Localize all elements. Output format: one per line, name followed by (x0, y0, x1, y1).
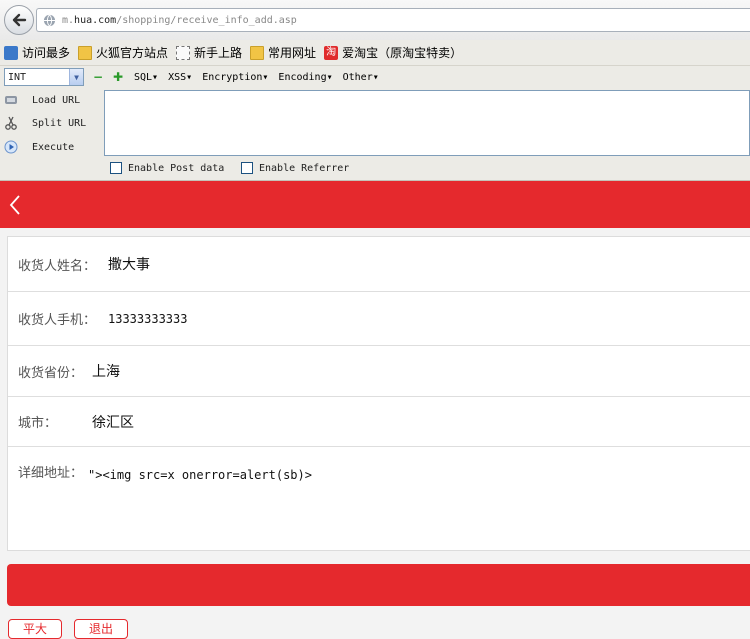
button-label: Load URL (32, 94, 81, 106)
bookmarks-toolbar: 访问最多 火狐官方站点 新手上路 常用网址 淘 爱淘宝（原淘宝特卖） (0, 40, 750, 66)
bottom-button-left[interactable]: 平大 (8, 619, 63, 639)
button-label: Execute (32, 141, 75, 153)
split-url-button[interactable]: Split URL (4, 114, 86, 132)
name-field[interactable]: 撒大事 (108, 254, 150, 274)
bookmark-aitaobao[interactable]: 淘 爱淘宝（原淘宝特卖） (324, 44, 462, 61)
play-icon (4, 140, 18, 154)
name-label: 收货人姓名： (18, 258, 97, 274)
url-input[interactable]: m.hua.com/shopping/receive_info_add.asp (36, 8, 750, 32)
city-label: 城市： (18, 416, 58, 431)
hackbar-toolbar: INT ▼ − ✚ SQL▾ XSS▾ Encryption▾ Encoding… (0, 66, 750, 88)
button-label: Split URL (32, 117, 87, 129)
checkbox-label: Enable Post data (128, 162, 225, 174)
address-field[interactable]: "><img src=x onerror=alert(sb)> (88, 468, 312, 482)
bookmark-most-visited[interactable]: 访问最多 (4, 44, 70, 61)
enable-post-data-checkbox[interactable]: Enable Post data (110, 162, 224, 174)
bottom-button-exit[interactable]: 退出 (74, 619, 129, 639)
load-url-button[interactable]: Load URL (4, 91, 80, 109)
city-select[interactable]: 徐汇区 (92, 412, 134, 432)
checkbox-box (110, 162, 122, 174)
execute-button[interactable]: Execute (4, 138, 74, 156)
url-text: m.hua.com/shopping/receive_info_add.asp (62, 14, 297, 26)
receive-info-form: 收货人姓名： 撒大事 收货人手机： 13333333333 收货省份： 上海 城… (7, 236, 750, 551)
bookmark-label: 常用网址 (268, 46, 317, 60)
dashed-page-icon (176, 45, 191, 60)
page-header (0, 181, 750, 228)
bookmark-common-sites[interactable]: 常用网址 (250, 44, 316, 61)
back-arrow-icon (12, 13, 27, 27)
bookmark-label: 新手上路 (194, 46, 243, 60)
menu-sql[interactable]: SQL▾ (134, 72, 158, 83)
minus-icon[interactable]: − (92, 70, 104, 84)
bookmark-label: 爱淘宝（原淘宝特卖） (342, 46, 463, 60)
name-row: 收货人姓名： 撒大事 (8, 237, 750, 292)
menu-xss[interactable]: XSS▾ (168, 72, 192, 83)
bookmark-label: 访问最多 (22, 46, 71, 60)
folder-icon (250, 45, 265, 60)
bookmark-firefox-official[interactable]: 火狐官方站点 (78, 44, 168, 61)
address-label: 详细地址： (18, 466, 84, 481)
scissors-icon (5, 116, 17, 130)
menu-encryption[interactable]: Encryption▾ (202, 72, 268, 83)
bookmark-label: 火狐官方站点 (96, 46, 169, 60)
checkbox-box (241, 162, 253, 174)
province-row: 收货省份： 上海 (8, 346, 750, 397)
folder-icon (78, 45, 93, 60)
chevron-down-icon: ▼ (69, 69, 83, 85)
phone-field[interactable]: 13333333333 (108, 312, 187, 326)
bookmark-getting-started[interactable]: 新手上路 (176, 44, 242, 61)
province-label: 收货省份： (18, 365, 84, 381)
hackbar-url-textarea[interactable] (104, 90, 750, 156)
select-value: INT (8, 71, 27, 83)
menu-other[interactable]: Other▾ (343, 72, 379, 83)
search-icon (4, 45, 18, 60)
globe-icon (43, 14, 56, 26)
phone-label: 收货人手机： (18, 313, 97, 328)
hackbar-type-select[interactable]: INT ▼ (4, 68, 84, 86)
province-select[interactable]: 上海 (92, 361, 120, 381)
menu-encoding[interactable]: Encoding▾ (278, 72, 332, 83)
hackbar-panel: Load URL Split URL Execute Enable Post d… (0, 88, 750, 181)
phone-row: 收货人手机： 13333333333 (8, 292, 750, 346)
submit-button[interactable] (7, 564, 750, 606)
load-url-icon (5, 96, 17, 104)
address-bar-row: m.hua.com/shopping/receive_info_add.asp (0, 0, 750, 40)
checkbox-label: Enable Referrer (259, 162, 350, 174)
address-row: 详细地址： "><img src=x onerror=alert(sb)> (8, 447, 750, 551)
taobao-icon: 淘 (324, 45, 339, 60)
plus-icon[interactable]: ✚ (112, 70, 124, 84)
chevron-left-icon[interactable] (9, 194, 21, 216)
city-row: 城市： 徐汇区 (8, 397, 750, 447)
enable-referrer-checkbox[interactable]: Enable Referrer (241, 162, 349, 174)
back-button[interactable] (4, 5, 34, 35)
